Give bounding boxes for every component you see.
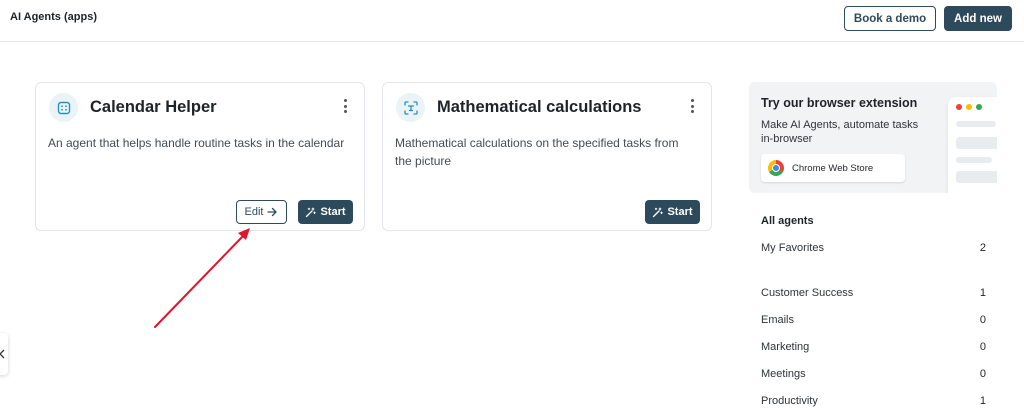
category-label: Customer Success [761,287,854,299]
agent-card-mathematical-calculations[interactable]: Mathematical calculations Mathematical c… [382,82,712,231]
start-button[interactable]: Start [298,200,353,224]
add-new-button[interactable]: Add new [944,6,1012,31]
start-button[interactable]: Start [645,200,700,224]
category-label: Meetings [761,368,806,380]
category-emails[interactable]: Emails 0 [761,314,986,330]
edit-button[interactable]: Edit [236,200,287,224]
category-count: 1 [979,395,986,407]
edit-button-label: Edit [244,206,264,218]
chrome-web-store-label: Chrome Web Store [792,162,874,174]
category-count: 1 [979,287,986,299]
start-button-label: Start [320,206,346,218]
category-count: 2 [979,242,986,254]
category-label: My Favorites [761,242,824,254]
category-customer-success[interactable]: Customer Success 1 [761,287,986,303]
sidebar-toggle[interactable] [0,333,8,375]
category-meetings[interactable]: Meetings 0 [761,368,986,384]
category-count: 0 [979,314,986,326]
agent-card-title: Mathematical calculations [437,98,642,116]
top-bar: AI Agents (apps) Book a demo Add new [0,0,1024,42]
magic-wand-icon [306,207,317,217]
category-count: 0 [979,368,986,380]
chrome-web-store-button[interactable]: Chrome Web Store [761,154,905,182]
category-label: Emails [761,314,795,326]
calendar-icon [49,93,78,122]
more-options-icon[interactable] [340,98,350,114]
category-count: 0 [979,341,986,353]
promo-text: Make AI Agents, automate tasks in-browse… [761,119,919,145]
category-label: Productivity [761,395,818,407]
all-agents-heading[interactable]: All agents [761,215,814,227]
more-options-icon[interactable] [687,98,697,114]
book-demo-button[interactable]: Book a demo [844,6,936,31]
page-title: AI Agents (apps) [10,11,97,23]
category-marketing[interactable]: Marketing 0 [761,341,986,357]
category-label: Marketing [761,341,810,353]
category-productivity[interactable]: Productivity 1 [761,395,986,411]
browser-extension-promo: Try our browser extension Make AI Agents… [749,82,997,193]
browser-illustration [948,97,997,193]
agent-card-description: Mathematical calculations on the specifi… [395,136,679,168]
chevron-left-icon [0,349,5,359]
scan-text-icon [396,93,425,122]
chrome-logo-icon [768,160,784,176]
magic-wand-icon [653,207,664,217]
category-my-favorites[interactable]: My Favorites 2 [761,242,986,258]
promo-title: Try our browser extension [761,96,918,110]
arrow-right-icon [267,207,278,217]
agent-card-calendar-helper[interactable]: Calendar Helper An agent that helps hand… [35,82,365,231]
agent-card-title: Calendar Helper [90,98,217,116]
agent-card-description: An agent that helps handle routine tasks… [48,136,345,150]
start-button-label: Start [667,206,693,218]
